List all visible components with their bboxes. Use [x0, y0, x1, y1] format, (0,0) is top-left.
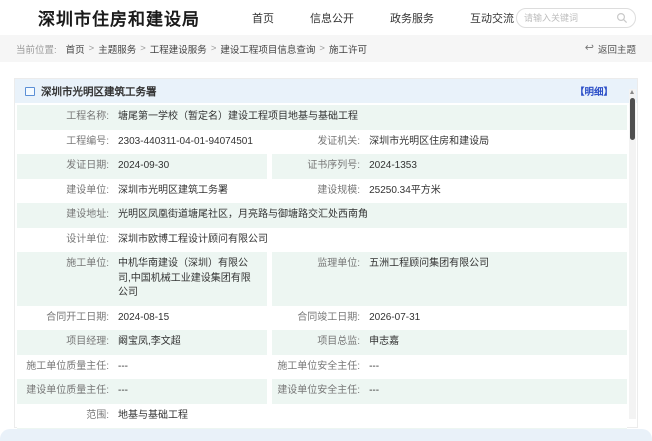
search-input[interactable]	[524, 13, 616, 23]
field-value: 光明区凤凰街道塘尾社区，月亮路与御塘路交汇处西南角	[118, 208, 378, 223]
field-label: 施工单位安全主任:	[272, 360, 360, 375]
field-value: ---	[118, 360, 138, 375]
field-value: 2024-1353	[369, 159, 427, 174]
search-box	[516, 8, 636, 28]
table-row: 施工单位: 中机华南建设（深圳）有限公司,中国机械工业建设集团有限公司 监理单位…	[17, 252, 627, 306]
scroll-up-arrow-icon[interactable]	[630, 90, 634, 94]
field-label: 建设单位:	[17, 184, 109, 199]
table-row: 设计单位: 深圳市欧博工程设计顾问有限公司	[17, 228, 627, 253]
breadcrumb-construction-services[interactable]: 工程建设服务	[150, 42, 207, 56]
breadcrumb-home[interactable]: 首页	[66, 42, 85, 56]
scrollbar-thumb[interactable]	[630, 98, 635, 140]
field-label: 发证日期:	[17, 159, 109, 174]
card-header: 深圳市光明区建筑工务署 【明细】	[15, 79, 637, 103]
site-logo[interactable]: 深圳市住房和建设局	[38, 5, 200, 30]
field-label: 建设地址:	[17, 208, 109, 223]
breadcrumb-separator: >	[140, 43, 146, 54]
breadcrumb-construction-permit[interactable]: 施工许可	[329, 42, 367, 56]
field-label: 证书序列号:	[272, 159, 360, 174]
breadcrumb-separator: >	[211, 43, 217, 54]
field-value: 塘尾第一学校（暂定名）建设工程项目地基与基础工程	[118, 110, 368, 125]
nav-item-home[interactable]: 首页	[252, 10, 274, 26]
field-label: 发证机关:	[272, 135, 360, 150]
table-row: 范围: 地基与基础工程	[17, 404, 627, 429]
main-nav: 首页 信息公开 政务服务 互动交流	[252, 10, 514, 26]
breadcrumb-prefix: 当前位置:	[16, 42, 57, 56]
field-label: 建设规模:	[272, 184, 360, 199]
table-row: 施工单位质量主任: --- 施工单位安全主任: ---	[17, 355, 627, 380]
table-row: 工程名称: 塘尾第一学校（暂定名）建设工程项目地基与基础工程	[17, 105, 627, 130]
field-label: 合同开工日期:	[17, 311, 109, 326]
field-label: 施工单位质量主任:	[17, 360, 109, 375]
document-icon	[25, 87, 35, 96]
field-value: ---	[369, 384, 389, 399]
detail-link[interactable]: 【明细】	[575, 84, 613, 98]
nav-item-info-disclosure[interactable]: 信息公开	[310, 10, 354, 26]
breadcrumb-bar: 当前位置: 首页 > 主题服务 > 工程建设服务 > 建设工程项目信息查询 > …	[0, 35, 652, 62]
back-to-topic-link[interactable]: ↩ 返回主题	[585, 42, 636, 56]
field-label: 范围:	[17, 409, 109, 424]
breadcrumb-separator: >	[89, 43, 95, 54]
field-value: 五洲工程顾问集团有限公司	[369, 257, 499, 272]
permit-detail-card: 深圳市光明区建筑工务署 【明细】 工程名称: 塘尾第一学校（暂定名）建设工程项目…	[14, 78, 638, 428]
field-value: 深圳市光明区建筑工务署	[118, 184, 238, 199]
field-label: 建设单位安全主任:	[272, 384, 360, 399]
field-value: 25250.34平方米	[369, 184, 451, 199]
field-value: 2024-09-30	[118, 159, 179, 174]
field-value: 地基与基础工程	[118, 409, 198, 424]
field-value: ---	[369, 360, 389, 375]
field-label: 设计单位:	[17, 233, 109, 248]
field-label: 项目总监:	[272, 335, 360, 350]
table-row: 发证日期: 2024-09-30 证书序列号: 2024-1353	[17, 154, 627, 179]
field-value: 深圳市光明区住房和建设局	[369, 135, 499, 150]
field-label: 项目经理:	[17, 335, 109, 350]
table-row: 建设地址: 光明区凤凰街道塘尾社区，月亮路与御塘路交汇处西南角	[17, 203, 627, 228]
breadcrumb-separator: >	[319, 43, 325, 54]
field-value: 2026-07-31	[369, 311, 430, 326]
field-label: 建设单位质量主任:	[17, 384, 109, 399]
field-value: 深圳市欧博工程设计顾问有限公司	[118, 233, 278, 248]
field-label: 工程编号:	[17, 135, 109, 150]
field-value: 阚宝凤,李文超	[118, 335, 191, 350]
field-value: ---	[118, 384, 138, 399]
nav-item-gov-services[interactable]: 政务服务	[390, 10, 434, 26]
field-label: 工程名称:	[17, 110, 109, 125]
back-to-topic-label: 返回主题	[598, 42, 636, 56]
search-icon[interactable]	[616, 12, 628, 24]
permit-info-table: 工程名称: 塘尾第一学校（暂定名）建设工程项目地基与基础工程 工程编号: 230…	[15, 103, 637, 441]
nav-item-interaction[interactable]: 互动交流	[470, 10, 514, 26]
field-label: 监理单位:	[272, 257, 360, 272]
table-row: 项目经理: 阚宝凤,李文超 项目总监: 申志嘉	[17, 330, 627, 355]
breadcrumb-topic-services[interactable]: 主题服务	[98, 42, 136, 56]
field-label: 合同竣工日期:	[272, 311, 360, 326]
top-bar: 深圳市住房和建设局 首页 信息公开 政务服务 互动交流	[0, 0, 652, 35]
field-value: 2024-08-15	[118, 311, 179, 326]
field-value: 2303-440311-04-01-94074501	[118, 135, 263, 150]
card-title: 深圳市光明区建筑工务署	[41, 84, 157, 99]
field-value: 中机华南建设（深圳）有限公司,中国机械工业建设集团有限公司	[118, 257, 267, 301]
return-arrow-icon: ↩	[585, 43, 594, 54]
footer-strip	[0, 429, 652, 441]
table-row: 工程编号: 2303-440311-04-01-94074501 发证机关: 深…	[17, 130, 627, 155]
breadcrumb-project-info-query[interactable]: 建设工程项目信息查询	[220, 42, 315, 56]
table-row: 建设单位质量主任: --- 建设单位安全主任: ---	[17, 379, 627, 404]
vertical-scrollbar[interactable]	[629, 89, 636, 419]
table-row: 建设单位: 深圳市光明区建筑工务署 建设规模: 25250.34平方米	[17, 179, 627, 204]
field-label: 施工单位:	[17, 257, 109, 272]
table-row: 合同开工日期: 2024-08-15 合同竣工日期: 2026-07-31	[17, 306, 627, 331]
field-value: 申志嘉	[369, 335, 409, 350]
